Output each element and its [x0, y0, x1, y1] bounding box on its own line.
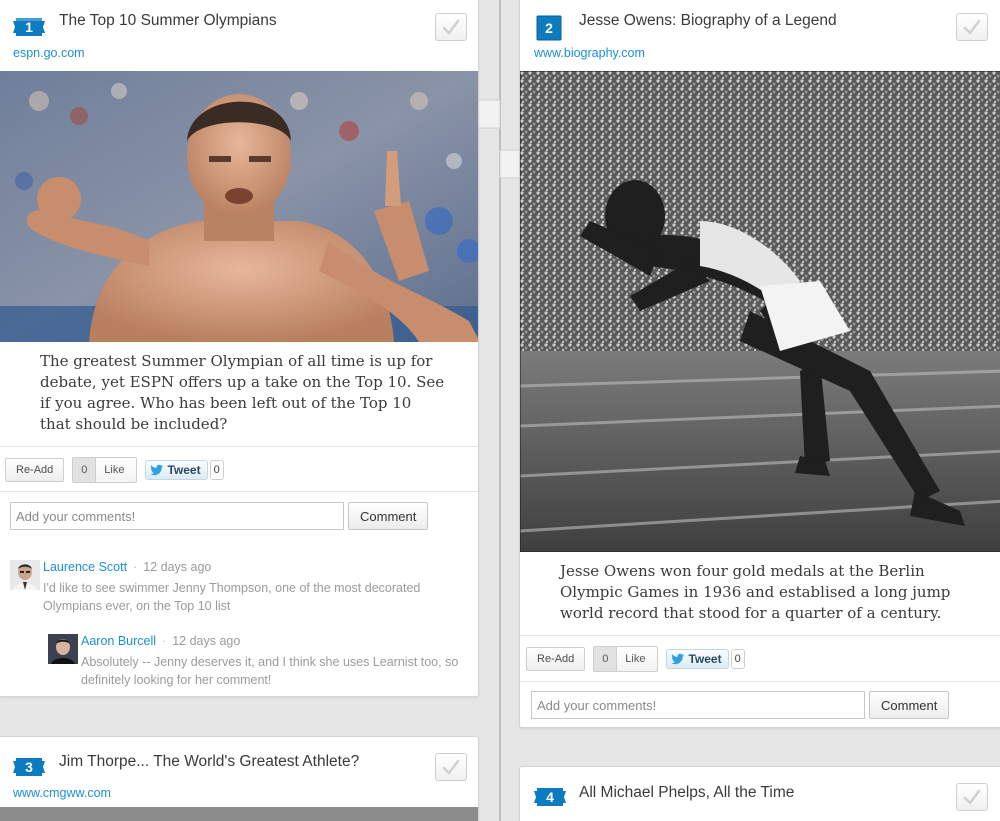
item-number: 3: [25, 759, 33, 775]
like-label: Like: [104, 464, 125, 476]
card-1: 1 The Top 10 Summer Olympians espn.go.co…: [0, 0, 479, 697]
mark-done-button[interactable]: [435, 13, 467, 41]
card-header: 1 The Top 10 Summer Olympians espn.go.co…: [0, 0, 478, 67]
card-description: Jesse Owens won four gold medals at the …: [560, 562, 951, 622]
like-count: 0: [73, 458, 97, 482]
divider: [0, 491, 478, 492]
tweet-label: Tweet: [688, 652, 722, 666]
swimmer-photo: [0, 71, 478, 342]
card-title[interactable]: Jesse Owens: Biography of a Legend: [579, 12, 837, 30]
comment-form: Comment: [531, 691, 950, 719]
checkmark-icon: [963, 19, 981, 35]
comment-time: 12 days ago: [172, 634, 241, 648]
card-description: The greatest Summer Olympian of all time…: [40, 352, 445, 433]
item-number-badge: 3: [13, 753, 45, 781]
action-bar: Re-Add 0 Like Tweet 0: [526, 646, 745, 672]
twitter-bird-icon: [150, 464, 164, 476]
readd-button[interactable]: Re-Add: [526, 647, 586, 671]
card-title[interactable]: The Top 10 Summer Olympians: [59, 12, 277, 30]
comment-time: 12 days ago: [143, 560, 212, 574]
tweet-count: 0: [209, 460, 224, 480]
comment-text: I'd like to see swimmer Jenny Thompson, …: [43, 581, 421, 613]
user-avatar-icon: [10, 560, 40, 590]
source-link[interactable]: www.cmgww.com: [13, 786, 111, 800]
source-link[interactable]: www.biography.com: [534, 46, 645, 60]
mark-done-button[interactable]: [956, 783, 988, 811]
item-number: 4: [546, 789, 554, 805]
article-image[interactable]: [0, 71, 478, 342]
mark-done-button[interactable]: [956, 13, 988, 41]
checkmark-icon: [963, 789, 981, 805]
sprinter-photo: [520, 71, 1000, 552]
checkmark-icon: [442, 759, 460, 775]
card-header: 4 All Michael Phelps, All the Time: [520, 767, 1000, 821]
tweet-count: 0: [730, 649, 745, 669]
item-number-badge: 2: [536, 15, 562, 41]
mark-done-button[interactable]: [435, 753, 467, 781]
article-image[interactable]: [0, 807, 478, 821]
card-header: 2 Jesse Owens: Biography of a Legend www…: [520, 0, 1000, 67]
like-button[interactable]: 0 Like: [72, 457, 138, 483]
tweet-button[interactable]: Tweet: [666, 649, 729, 669]
like-button[interactable]: 0 Like: [593, 646, 659, 672]
article-image[interactable]: [520, 71, 1000, 552]
card-header: 3 Jim Thorpe... The World's Greatest Ath…: [0, 737, 478, 807]
like-count: 0: [594, 647, 618, 671]
tweet-button[interactable]: Tweet: [145, 460, 208, 480]
avatar[interactable]: [10, 560, 40, 590]
comment-meta: Aaron Burcell · 12 days ago: [81, 634, 241, 648]
comment-form: Comment: [10, 502, 429, 530]
comment-author[interactable]: Aaron Burcell: [81, 634, 156, 648]
comment-input[interactable]: [10, 502, 344, 530]
comment-meta: Laurence Scott · 12 days ago: [43, 560, 212, 574]
item-number-badge: 1: [13, 13, 45, 41]
item-number: 2: [545, 20, 553, 36]
user-avatar-icon: [48, 634, 78, 664]
comment-author[interactable]: Laurence Scott: [43, 560, 127, 574]
card-2: 2 Jesse Owens: Biography of a Legend www…: [519, 0, 1000, 728]
comment-text: Absolutely -- Jenny deserves it, and I t…: [81, 655, 459, 687]
comment-item: Laurence Scott · 12 days ago I'd like to s…: [10, 560, 465, 620]
card-3: 3 Jim Thorpe... The World's Greatest Ath…: [0, 736, 479, 821]
tweet-label: Tweet: [167, 463, 201, 477]
twitter-bird-icon: [671, 653, 685, 665]
card-title[interactable]: Jim Thorpe... The World's Greatest Athle…: [59, 753, 359, 771]
avatar[interactable]: [48, 634, 78, 664]
card-title[interactable]: All Michael Phelps, All the Time: [579, 784, 794, 802]
divider: [520, 635, 1000, 636]
readd-button[interactable]: Re-Add: [5, 458, 65, 482]
comment-reply: Aaron Burcell · 12 days ago Absolutely -- …: [48, 634, 468, 694]
comment-button[interactable]: Comment: [348, 502, 429, 530]
action-bar: Re-Add 0 Like Tweet 0: [5, 457, 224, 483]
divider: [0, 446, 478, 447]
source-link[interactable]: espn.go.com: [13, 46, 85, 60]
item-number: 1: [25, 19, 33, 35]
item-number-badge: 4: [534, 783, 566, 811]
card-4: 4 All Michael Phelps, All the Time: [519, 766, 1000, 821]
divider: [520, 681, 1000, 682]
comment-button[interactable]: Comment: [869, 691, 950, 719]
comment-input[interactable]: [531, 691, 865, 719]
like-label: Like: [625, 653, 646, 665]
checkmark-icon: [442, 19, 460, 35]
